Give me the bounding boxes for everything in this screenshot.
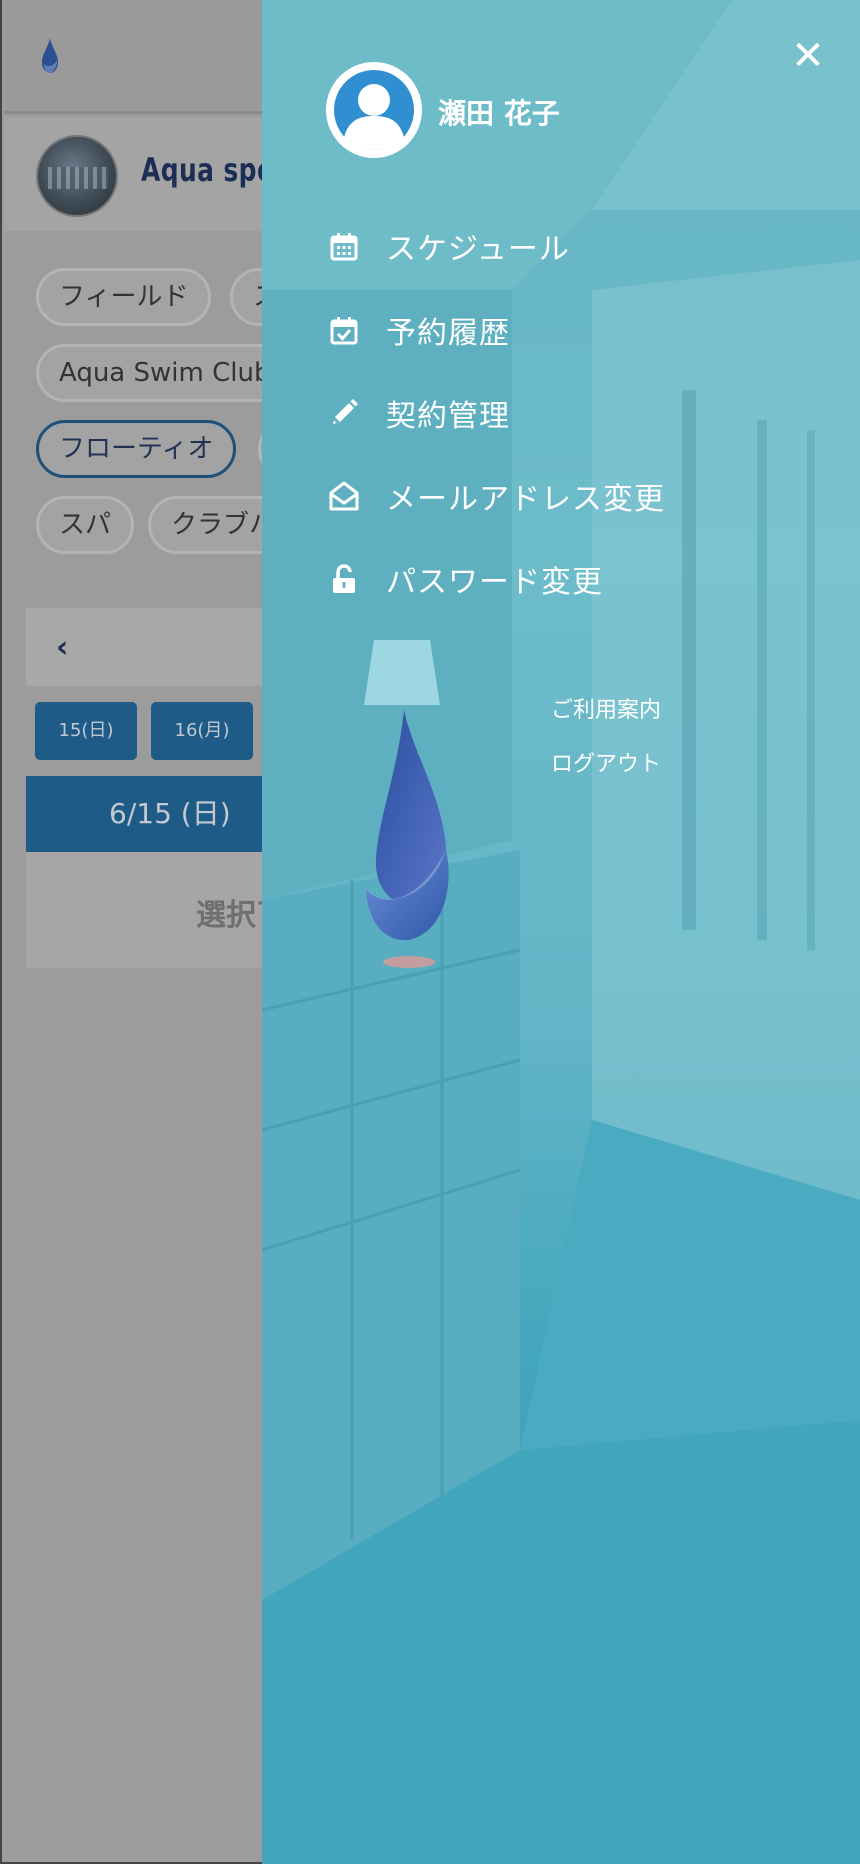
chip-floatio[interactable]: フローティオ xyxy=(36,420,237,478)
user-icon xyxy=(334,70,414,150)
user-name: 瀬田 花子 xyxy=(438,97,560,130)
day-button[interactable]: 16(月) xyxy=(151,702,253,760)
chip-spa[interactable]: スパ xyxy=(36,496,135,554)
water-drop-logo-icon xyxy=(42,38,58,73)
menu-item-password-change[interactable]: パスワード変更 xyxy=(328,549,603,609)
chevron-left-icon[interactable]: ‹ xyxy=(56,630,68,665)
menu-item-label: 契約管理 xyxy=(386,399,510,434)
side-drawer: ✕ 瀬田 花子 スケジュール 予約履歴 契約管理 メールアドレス変更 パスワード… xyxy=(262,0,860,1864)
unlock-icon xyxy=(328,563,360,595)
menu-item-label: メールアドレス変更 xyxy=(386,482,665,517)
chip-field[interactable]: フィールド xyxy=(36,268,212,326)
club-avatar xyxy=(36,135,118,217)
menu-item-label: 予約履歴 xyxy=(386,316,510,351)
menu-item-reservation-history[interactable]: 予約履歴 xyxy=(328,300,510,360)
menu-item-contract-management[interactable]: 契約管理 xyxy=(328,383,510,443)
brand-logo-icon xyxy=(366,710,449,968)
logout-link[interactable]: ログアウト xyxy=(551,746,661,778)
room-background-image xyxy=(262,0,860,1864)
chip-aqua-swim-club[interactable]: Aqua Swim Club xyxy=(36,344,294,402)
close-icon[interactable]: ✕ xyxy=(790,36,826,76)
menu-item-label: パスワード変更 xyxy=(386,565,603,600)
menu-item-label: スケジュール xyxy=(386,232,570,267)
envelope-open-icon xyxy=(328,480,360,512)
guide-link[interactable]: ご利用案内 xyxy=(551,692,661,724)
user-avatar xyxy=(326,62,422,158)
pencil-icon xyxy=(328,397,360,429)
day-button[interactable]: 15(日) xyxy=(35,702,137,760)
calendar-icon xyxy=(328,230,360,262)
calendar-check-icon xyxy=(328,314,360,346)
menu-item-email-change[interactable]: メールアドレス変更 xyxy=(328,466,665,526)
menu-item-schedule[interactable]: スケジュール xyxy=(328,216,570,276)
